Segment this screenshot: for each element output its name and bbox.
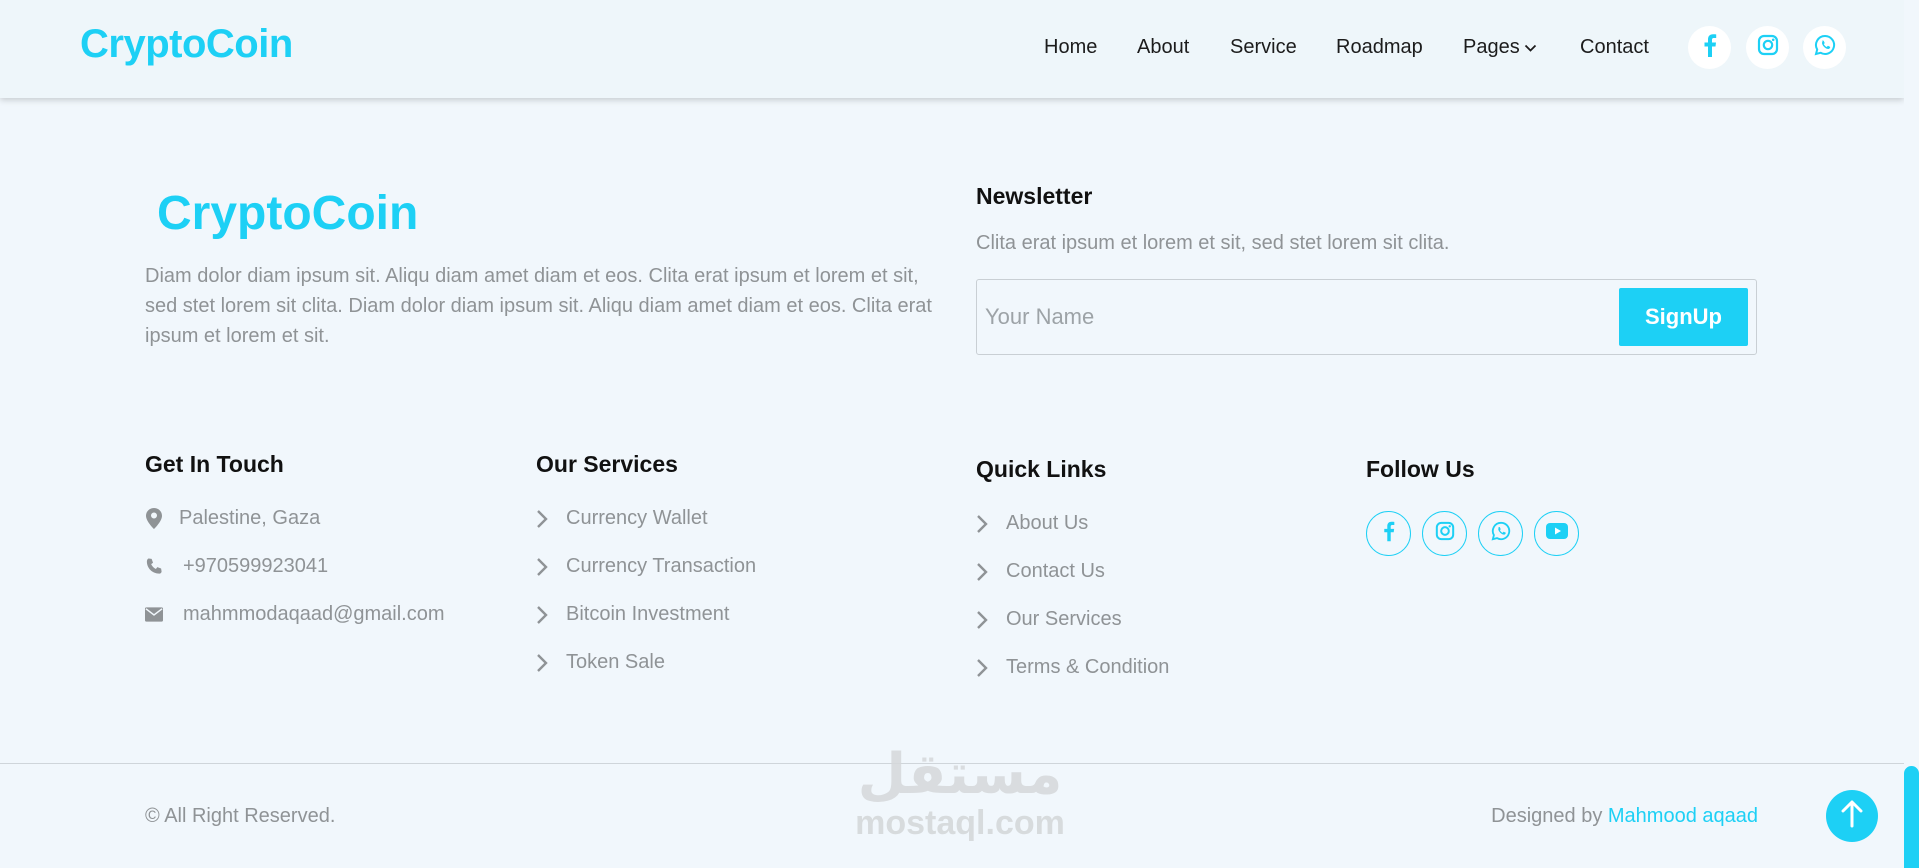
- nav-link-pages[interactable]: Pages: [1463, 36, 1537, 59]
- chevron-right-icon: [536, 509, 550, 529]
- phone-icon: [145, 557, 163, 576]
- chevron-right-icon: [976, 610, 990, 630]
- quick-link-label: Terms & Condition: [1006, 656, 1170, 678]
- contact-address: Palestine, Gaza: [145, 507, 320, 530]
- footer-about-text: Diam dolor diam ipsum sit. Aliqu diam am…: [145, 265, 932, 347]
- facebook-icon: [1383, 520, 1395, 547]
- navbar-facebook-button[interactable]: [1688, 26, 1731, 69]
- service-link-label: Currency Wallet: [566, 507, 708, 529]
- map-marker-icon: [145, 508, 163, 529]
- contact-email-text[interactable]: mahmmodaqaad@gmail.com: [183, 603, 445, 626]
- follow-facebook-button[interactable]: [1366, 511, 1411, 556]
- whatsapp-icon: [1491, 521, 1511, 546]
- scrollbar-track[interactable]: [1904, 0, 1919, 868]
- designer-link[interactable]: Mahmood aqaad: [1608, 805, 1758, 827]
- quick-link-about-us[interactable]: About Us: [976, 512, 1088, 535]
- contact-address-text: Palestine, Gaza: [179, 507, 321, 529]
- designed-by-label: Designed by: [1491, 805, 1603, 827]
- chevron-right-icon: [976, 514, 990, 534]
- youtube-icon: [1545, 523, 1568, 544]
- scrollbar-thumb[interactable]: [1904, 766, 1919, 868]
- service-link-label: Token Sale: [566, 651, 665, 673]
- nav-link-roadmap[interactable]: Roadmap: [1336, 36, 1423, 59]
- nav-link-service[interactable]: Service: [1230, 36, 1297, 59]
- copyright-text: © All Right Reserved.: [145, 805, 336, 827]
- newsletter-form: SignUp: [976, 279, 1757, 355]
- follow-us-title: Follow Us: [1366, 456, 1475, 482]
- nav-link-contact[interactable]: Contact: [1580, 36, 1649, 59]
- arrow-up-icon: [1841, 800, 1863, 833]
- follow-whatsapp-button[interactable]: [1478, 511, 1523, 556]
- service-link-token-sale[interactable]: Token Sale: [536, 651, 665, 674]
- chevron-right-icon: [536, 557, 550, 577]
- whatsapp-icon: [1814, 34, 1836, 61]
- envelope-icon: [145, 607, 163, 622]
- contact-phone: +970599923041: [145, 555, 328, 578]
- follow-youtube-button[interactable]: [1534, 511, 1579, 556]
- chevron-right-icon: [976, 658, 990, 678]
- get-in-touch-title: Get In Touch: [145, 451, 284, 477]
- footer-brand[interactable]: CryptoCoin: [157, 186, 418, 241]
- nav-link-pages-label: Pages: [1463, 36, 1520, 58]
- quick-link-terms[interactable]: Terms & Condition: [976, 656, 1169, 679]
- service-link-bitcoin-investment[interactable]: Bitcoin Investment: [536, 603, 729, 626]
- page: CryptoCoin Home About Service Roadmap Pa…: [0, 0, 1904, 868]
- designed-by: Designed by Mahmood aqaad: [1491, 805, 1758, 828]
- newsletter-text: Clita erat ipsum et lorem et sit, sed st…: [976, 232, 1450, 254]
- chevron-right-icon: [536, 605, 550, 625]
- quick-link-our-services[interactable]: Our Services: [976, 608, 1122, 631]
- navbar-instagram-button[interactable]: [1746, 26, 1789, 69]
- service-link-currency-wallet[interactable]: Currency Wallet: [536, 507, 708, 530]
- navbar-whatsapp-button[interactable]: [1803, 26, 1846, 69]
- chevron-down-icon: [1524, 36, 1537, 59]
- chevron-right-icon: [536, 653, 550, 673]
- our-services-title: Our Services: [536, 451, 678, 477]
- quick-link-contact-us[interactable]: Contact Us: [976, 560, 1105, 583]
- signup-button[interactable]: SignUp: [1619, 288, 1748, 346]
- service-link-currency-transaction[interactable]: Currency Transaction: [536, 555, 756, 578]
- chevron-right-icon: [976, 562, 990, 582]
- contact-email: mahmmodaqaad@gmail.com: [145, 603, 445, 626]
- mostaql-watermark: مستقل mostaql.com: [840, 745, 1080, 855]
- back-to-top-button[interactable]: [1826, 790, 1878, 842]
- quick-link-label: Our Services: [1006, 608, 1122, 630]
- watermark-latin: mostaql.com: [855, 804, 1065, 842]
- contact-phone-text[interactable]: +970599923041: [183, 555, 328, 578]
- service-link-label: Currency Transaction: [566, 555, 757, 577]
- newsletter-title: Newsletter: [976, 183, 1093, 209]
- newsletter-name-input[interactable]: [985, 290, 1585, 344]
- nav-link-home[interactable]: Home: [1044, 36, 1097, 59]
- instagram-icon: [1757, 34, 1779, 61]
- navbar: CryptoCoin Home About Service Roadmap Pa…: [0, 0, 1904, 98]
- quick-link-label: Contact Us: [1006, 560, 1105, 582]
- instagram-icon: [1435, 521, 1455, 546]
- facebook-icon: [1703, 33, 1717, 62]
- quick-link-label: About Us: [1006, 512, 1089, 534]
- watermark-arabic: مستقل: [857, 742, 1063, 807]
- follow-instagram-button[interactable]: [1422, 511, 1467, 556]
- quick-links-title: Quick Links: [976, 456, 1107, 482]
- service-link-label: Bitcoin Investment: [566, 603, 730, 625]
- navbar-brand[interactable]: CryptoCoin: [80, 22, 293, 67]
- nav-link-about[interactable]: About: [1137, 36, 1189, 59]
